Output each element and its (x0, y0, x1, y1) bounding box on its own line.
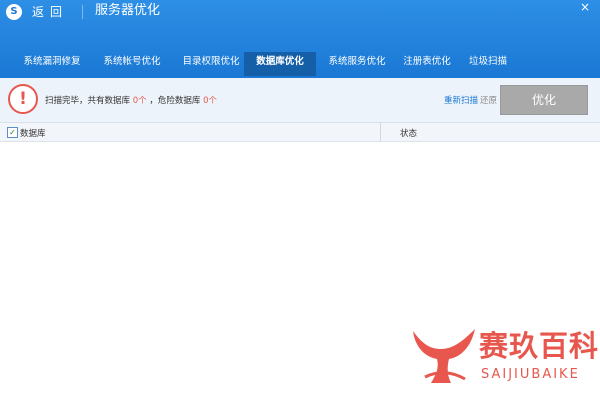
tab-system-vuln-fix[interactable]: 系统漏洞修复 (12, 52, 92, 76)
watermark: 赛玖百科 SAIJIUBAIKE (407, 323, 598, 389)
tab-database-optimize[interactable]: 数据库优化 (244, 52, 316, 76)
tab-directory-permission[interactable]: 目录权限优化 (172, 52, 250, 76)
scan-status-bar: ! 扫描完毕，共有数据库 0个 ，危险数据库 0个 重新扫描 还原 优化 (0, 78, 600, 123)
alert-icon: ! (8, 84, 38, 114)
back-label: 返回 (32, 5, 69, 19)
whale-tail-logo-icon (413, 329, 475, 383)
optimize-button[interactable]: 优化 (500, 85, 588, 115)
tab-junk-scan[interactable]: 垃圾扫描 (458, 52, 518, 76)
column-header-status[interactable]: 状态 (400, 127, 417, 139)
column-header-database[interactable]: 数据库 (20, 127, 46, 139)
column-divider[interactable] (380, 123, 381, 141)
back-logo-icon: S (6, 4, 22, 20)
table-header: ✓ 数据库 状态 (0, 123, 600, 142)
watermark-chinese: 赛玖百科 (479, 329, 600, 363)
title-separator (82, 5, 83, 19)
danger-database-count: 0个 (203, 96, 217, 106)
select-all-checkbox[interactable]: ✓ (7, 127, 18, 138)
tab-service-optimize[interactable]: 系统服务优化 (318, 52, 396, 76)
database-count: 0个 (132, 96, 147, 106)
page-title: 服务器优化 (95, 3, 161, 18)
back-button[interactable]: S 返回 (6, 4, 74, 22)
tab-registry-optimize[interactable]: 注册表优化 (396, 52, 458, 76)
restore-link[interactable]: 还原 (480, 94, 497, 106)
scan-result-text: 扫描完毕，共有数据库 0个 ，危险数据库 0个 (45, 94, 217, 106)
close-icon[interactable]: × (580, 1, 590, 13)
scan-result-middle: ，危险数据库 (149, 96, 201, 106)
rescan-link[interactable]: 重新扫描 (444, 94, 478, 106)
titlebar: S 返回 服务器优化 × 系统漏洞修复 系统帐号优化 目录权限优化 数据库优化 … (0, 0, 600, 78)
watermark-english: SAIJIUBAIKE (481, 367, 580, 382)
scan-result-prefix: 扫描完毕，共有数据库 (45, 96, 131, 106)
tab-account-optimize[interactable]: 系统帐号优化 (94, 52, 170, 76)
